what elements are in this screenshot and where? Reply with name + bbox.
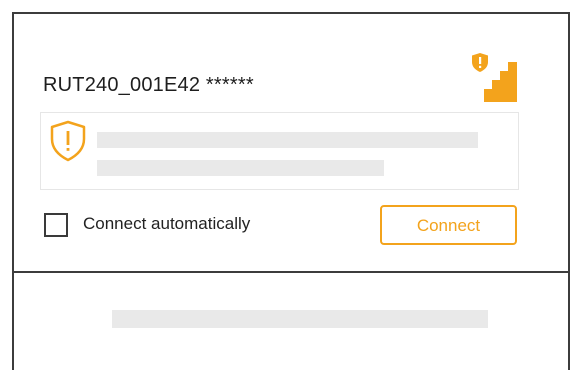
connect-button[interactable]: Connect [380,205,517,245]
shield-warning-icon [50,120,86,162]
section-divider [14,271,568,273]
connect-automatically-checkbox[interactable] [44,213,68,237]
connect-automatically-label[interactable]: Connect automatically [83,214,250,234]
warning-text-placeholder-line-1 [97,132,478,148]
footer-text-placeholder [112,310,488,328]
network-name: RUT240_001E42 ****** [43,74,254,96]
warning-text-placeholder-line-2 [97,160,384,176]
security-warning-box [40,112,519,190]
secured-signal-strength-icon [472,53,517,102]
wifi-network-panel: RUT240_001E42 ****** Connect automatical… [12,12,570,370]
